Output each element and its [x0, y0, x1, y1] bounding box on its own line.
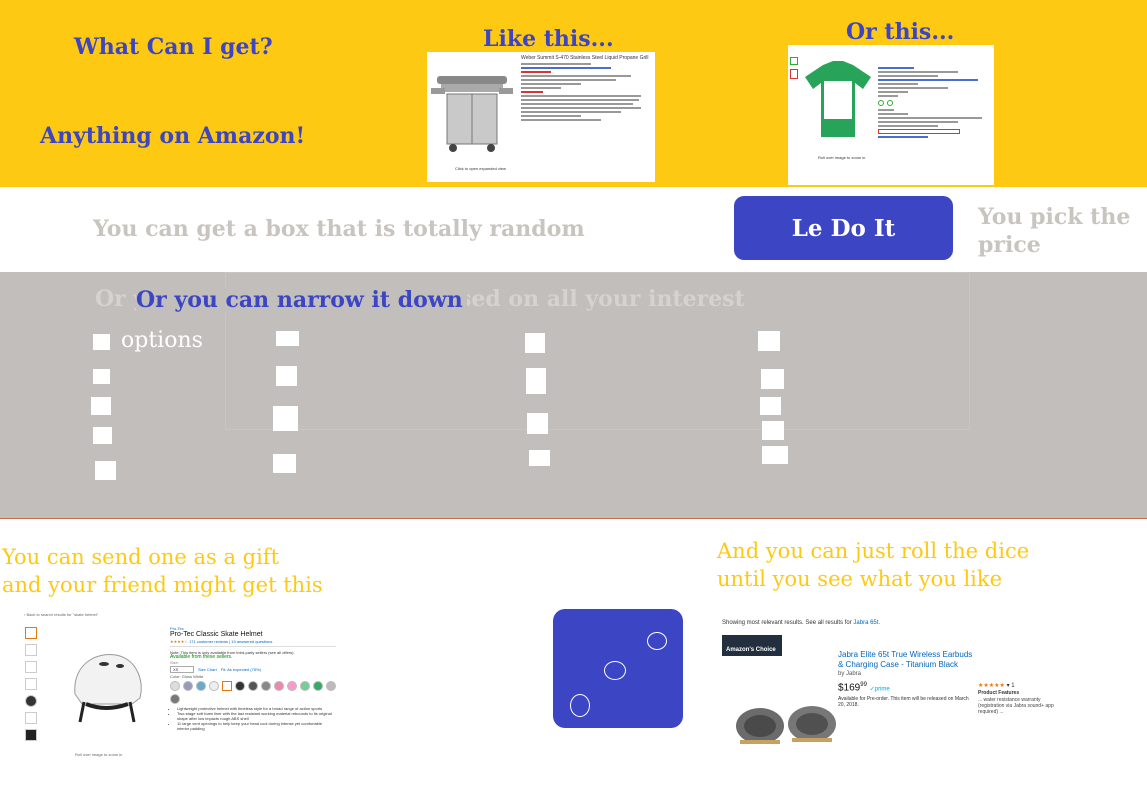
- dice-button[interactable]: [553, 609, 683, 728]
- color-swatch[interactable]: [287, 681, 297, 691]
- earbuds-preorder: Available for Pre-order. This item will …: [838, 696, 969, 709]
- option-checkbox[interactable]: [95, 461, 116, 480]
- helmet-thumbnail[interactable]: [25, 712, 37, 724]
- option-checkbox[interactable]: [762, 421, 784, 440]
- earbuds-title[interactable]: Jabra Elite 65t True Wireless Earbuds & …: [838, 650, 978, 670]
- grill-listing-screenshot[interactable]: Click to open expanded view Weber Summit…: [427, 52, 655, 182]
- option-checkbox[interactable]: [525, 333, 545, 353]
- color-swatch[interactable]: [183, 681, 193, 691]
- grill-zoom-caption: Click to open expanded view: [455, 166, 506, 171]
- helmet-thumbnails: [25, 627, 38, 763]
- dice-pip: [604, 661, 626, 680]
- shirt-details: [878, 65, 988, 140]
- earbuds-rating[interactable]: ★★★★★ ▾ 1: [978, 682, 1062, 690]
- option-checkbox[interactable]: [760, 397, 781, 415]
- narrow-heading: Or you can narrow it down: [136, 287, 467, 313]
- helmet-thumbnail[interactable]: [25, 678, 37, 690]
- example1-caption: Like this...: [483, 26, 614, 52]
- gift-text: You can send one as a gift and your frie…: [2, 543, 323, 599]
- option-checkbox[interactable]: [93, 369, 110, 384]
- fit-info[interactable]: Fit: As expected (75%): [221, 667, 261, 672]
- dice-text-line1: And you can just roll the dice: [717, 539, 1030, 563]
- helmet-thumbnail-selected[interactable]: [25, 627, 37, 639]
- earbuds-details: Jabra Elite 65t True Wireless Earbuds & …: [838, 650, 978, 708]
- option-checkbox[interactable]: [91, 397, 111, 415]
- option-checkbox[interactable]: [762, 446, 788, 464]
- color-swatch[interactable]: [235, 681, 245, 691]
- options-label: options: [121, 328, 203, 353]
- size-select[interactable]: XS: [170, 666, 194, 673]
- gift-text-line2: and your friend might get this: [2, 573, 323, 597]
- size-chart-link[interactable]: Size Chart: [198, 667, 217, 672]
- shirt-image: [805, 61, 871, 137]
- color-swatch[interactable]: [248, 681, 258, 691]
- color-swatch[interactable]: [326, 681, 336, 691]
- color-swatch[interactable]: [209, 681, 219, 691]
- option-checkbox[interactable]: [761, 369, 784, 389]
- helmet-back-link[interactable]: ‹ Back to search results for "skate helm…: [24, 612, 98, 617]
- color-swatch[interactable]: [170, 681, 180, 691]
- color-swatch[interactable]: [274, 681, 284, 691]
- color-swatch[interactable]: [196, 681, 206, 691]
- helmet-thumbnail[interactable]: [25, 729, 37, 741]
- gift-text-line1: You can send one as a gift: [2, 545, 280, 569]
- pick-price-text: You pick the price: [978, 204, 1131, 258]
- option-checkbox[interactable]: [529, 450, 550, 466]
- earbuds-price: $16999 ✓prime: [838, 682, 890, 694]
- le-do-it-button[interactable]: Le Do It: [734, 196, 953, 260]
- dice-text: And you can just roll the dice until you…: [717, 537, 1029, 593]
- helmet-bullet: 11 large vent openings to help keep your…: [177, 721, 335, 731]
- shirt-zoom-caption: Roll over image to zoom in: [818, 155, 866, 160]
- earbuds-features-label: Product Features: [978, 690, 1020, 696]
- shirt-thumbnail-selected[interactable]: [790, 69, 798, 79]
- helmet-title: Pro-Tec Classic Skate Helmet: [170, 631, 263, 638]
- helmet-thumbnail[interactable]: [25, 644, 37, 656]
- option-checkbox[interactable]: [526, 368, 546, 394]
- helmet-bullets: Lightweight protective helmet with timel…: [177, 706, 336, 731]
- earbuds-image: [736, 706, 836, 744]
- dice-pip: [647, 632, 667, 650]
- answer-heading: Anything on Amazon!: [40, 123, 306, 149]
- helmet-zoom-caption: Roll over image to zoom in: [75, 752, 123, 757]
- random-box-text: You can get a box that is totally random: [93, 216, 585, 242]
- helmet-thumbnail[interactable]: [25, 695, 37, 707]
- grill-details: Weber Summit S-470 Stainless Steel Liqui…: [521, 56, 649, 123]
- color-swatches: [170, 681, 336, 704]
- question-heading: What Can I get?: [74, 34, 273, 60]
- earbuds-features: ... water resistance warranty (registrat…: [978, 697, 1054, 715]
- shirt-thumbnail[interactable]: [790, 57, 798, 65]
- earbuds-by: by Jabra: [838, 671, 862, 677]
- option-checkbox[interactable]: [273, 406, 298, 431]
- dice-text-line2: until you see what you like: [717, 567, 1003, 591]
- option-checkbox[interactable]: [758, 331, 780, 351]
- earbuds-results-text: Showing most relevant results. See all r…: [722, 620, 881, 626]
- option-checkbox[interactable]: [273, 454, 296, 473]
- option-checkbox[interactable]: [93, 427, 112, 444]
- option-checkbox[interactable]: [276, 366, 297, 386]
- helmet-image: [74, 654, 142, 723]
- option-checkbox[interactable]: [276, 331, 299, 346]
- option-checkbox[interactable]: [527, 413, 548, 434]
- helmet-color-label: Color: Gloss White: [170, 674, 204, 679]
- earbuds-side: ★★★★★ ▾ 1 Product Features ... water res…: [978, 682, 1062, 715]
- helmet-bullet: Two-stage soft foam liner with the last …: [177, 711, 335, 721]
- helmet-listing-screenshot[interactable]: ‹ Back to search results for "skate helm…: [20, 612, 338, 772]
- helmet-size-label: Size:: [170, 660, 179, 665]
- helmet-reviews[interactable]: ★★★★☆ 171 customer reviews | 19 answered…: [170, 639, 336, 644]
- helmet-details: Pro-Tec Pro-Tec Classic Skate Helmet ★★★…: [170, 626, 336, 731]
- color-swatch[interactable]: [300, 681, 310, 691]
- shirt-listing-screenshot[interactable]: Roll over image to zoom in: [788, 45, 994, 185]
- helmet-thumbnail[interactable]: [25, 661, 37, 673]
- earbuds-listing-screenshot[interactable]: Showing most relevant results. See all r…: [718, 616, 1064, 756]
- amazons-choice-badge: Amazon's Choice: [722, 635, 782, 656]
- example2-caption: Or this...: [846, 19, 955, 45]
- option-checkbox[interactable]: [93, 334, 110, 350]
- color-swatch-selected[interactable]: [222, 681, 232, 691]
- dice-pip: [570, 694, 590, 717]
- section-divider: [0, 518, 1147, 519]
- color-swatch[interactable]: [170, 694, 180, 704]
- grill-title: Weber Summit S-470 Stainless Steel Liqui…: [521, 55, 649, 61]
- color-swatch[interactable]: [313, 681, 323, 691]
- color-swatch[interactable]: [261, 681, 271, 691]
